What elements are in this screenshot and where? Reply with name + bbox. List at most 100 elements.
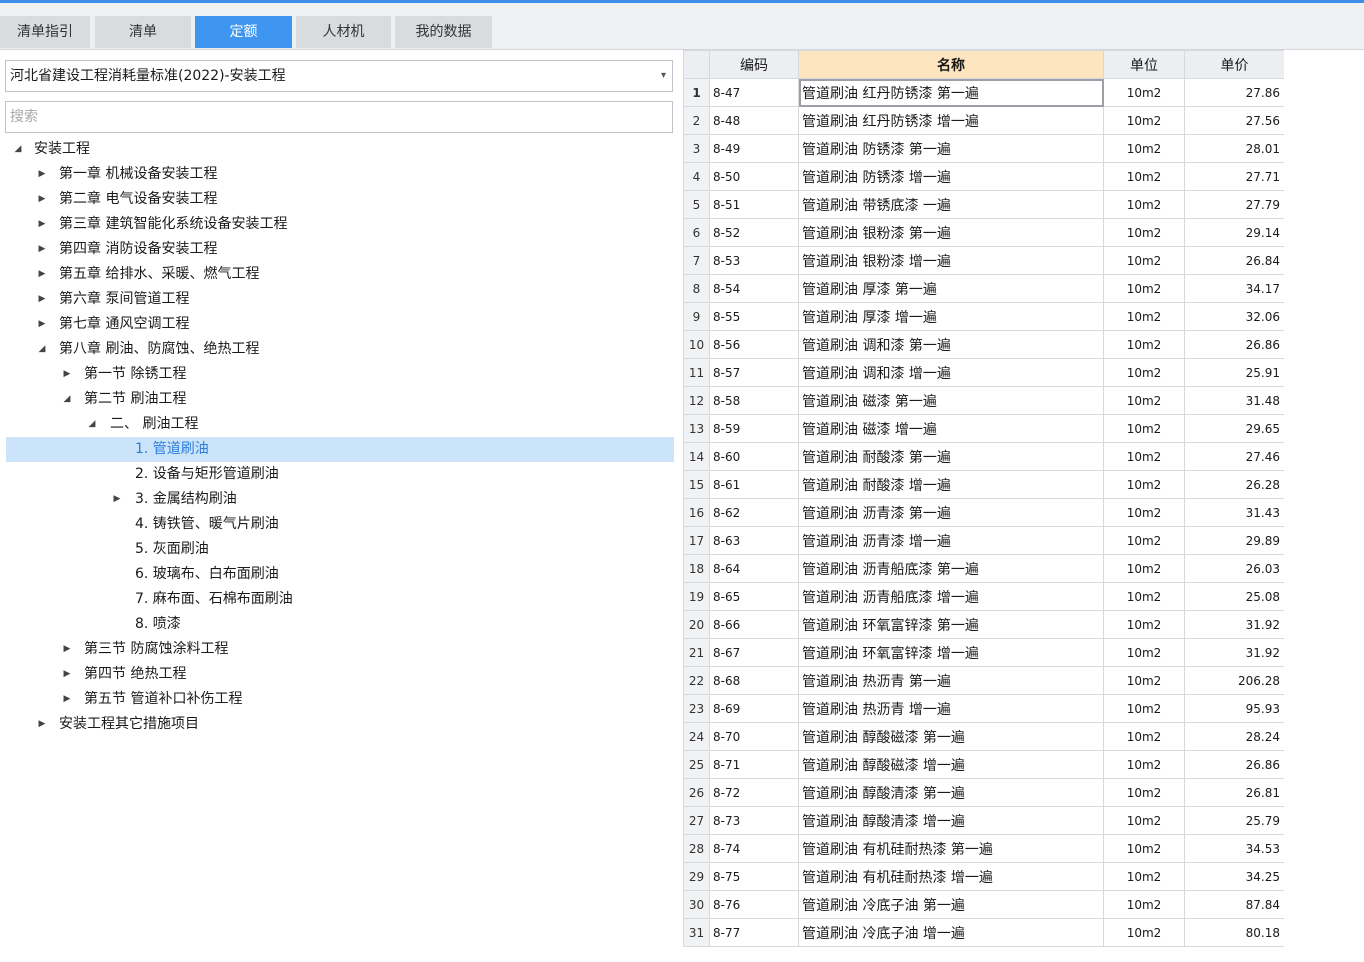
row-number-cell[interactable]: 29	[683, 862, 710, 891]
code-cell[interactable]: 8-58	[709, 386, 799, 415]
name-cell[interactable]: 管道刷油 厚漆 第一遍	[798, 274, 1104, 303]
code-cell[interactable]: 8-47	[709, 78, 799, 107]
triangle-right-icon[interactable]: ▶	[61, 687, 73, 712]
triangle-down-icon[interactable]: ◢	[86, 412, 98, 437]
table-row[interactable]: 28 8-74 管道刷油 有机硅耐热漆 第一遍 10m2 34.53	[683, 834, 1284, 863]
unit-cell[interactable]: 10m2	[1103, 78, 1185, 107]
library-select[interactable]: 河北省建设工程消耗量标准(2022)-安装工程 ▾	[5, 60, 673, 92]
triangle-right-icon[interactable]: ▶	[61, 637, 73, 662]
unit-cell[interactable]: 10m2	[1103, 442, 1185, 471]
price-cell[interactable]: 27.56	[1184, 106, 1284, 135]
code-cell[interactable]: 8-52	[709, 218, 799, 247]
price-cell[interactable]: 31.92	[1184, 638, 1284, 667]
table-row[interactable]: 31 8-77 管道刷油 冷底子油 增一遍 10m2 80.18	[683, 918, 1284, 947]
price-cell[interactable]: 25.08	[1184, 582, 1284, 611]
unit-cell[interactable]: 10m2	[1103, 610, 1185, 639]
triangle-down-icon[interactable]: ◢	[61, 387, 73, 412]
unit-cell[interactable]: 10m2	[1103, 414, 1185, 443]
tree-node[interactable]: ▶ 第六章 泵间管道工程	[0, 287, 680, 312]
price-cell[interactable]: 29.14	[1184, 218, 1284, 247]
name-cell[interactable]: 管道刷油 磁漆 第一遍	[798, 386, 1104, 415]
name-cell[interactable]: 管道刷油 银粉漆 第一遍	[798, 218, 1104, 247]
row-number-cell[interactable]: 8	[683, 274, 710, 303]
tree-node[interactable]: ▶ 第四节 绝热工程	[0, 662, 680, 687]
table-row[interactable]: 20 8-66 管道刷油 环氧富锌漆 第一遍 10m2 31.92	[683, 610, 1284, 639]
price-cell[interactable]: 34.17	[1184, 274, 1284, 303]
name-cell[interactable]: 管道刷油 醇酸磁漆 增一遍	[798, 750, 1104, 779]
price-cell[interactable]: 31.48	[1184, 386, 1284, 415]
price-cell[interactable]: 34.53	[1184, 834, 1284, 863]
table-row[interactable]: 30 8-76 管道刷油 冷底子油 第一遍 10m2 87.84	[683, 890, 1284, 919]
column-header-unit[interactable]: 单位	[1103, 50, 1185, 79]
unit-cell[interactable]: 10m2	[1103, 330, 1185, 359]
table-row[interactable]: 5 8-51 管道刷油 带锈底漆 一遍 10m2 27.79	[683, 190, 1284, 219]
unit-cell[interactable]: 10m2	[1103, 470, 1185, 499]
table-row[interactable]: 19 8-65 管道刷油 沥青船底漆 增一遍 10m2 25.08	[683, 582, 1284, 611]
triangle-right-icon[interactable]: ▶	[61, 662, 73, 687]
code-cell[interactable]: 8-68	[709, 666, 799, 695]
row-number-cell[interactable]: 10	[683, 330, 710, 359]
row-number-cell[interactable]: 24	[683, 722, 710, 751]
tab-bill[interactable]: 清单	[95, 16, 191, 48]
name-cell[interactable]: 管道刷油 防锈漆 增一遍	[798, 162, 1104, 191]
row-number-cell[interactable]: 4	[683, 162, 710, 191]
tree-node[interactable]: ▶ 第四章 消防设备安装工程	[0, 237, 680, 262]
price-cell[interactable]: 26.86	[1184, 750, 1284, 779]
code-cell[interactable]: 8-61	[709, 470, 799, 499]
tree-node[interactable]: 2. 设备与矩形管道刷油	[0, 462, 680, 487]
name-cell[interactable]: 管道刷油 有机硅耐热漆 增一遍	[798, 862, 1104, 891]
row-number-cell[interactable]: 14	[683, 442, 710, 471]
tree-node[interactable]: ▶ 第三章 建筑智能化系统设备安装工程	[0, 212, 680, 237]
name-cell[interactable]: 管道刷油 红丹防锈漆 第一遍	[798, 78, 1104, 107]
triangle-right-icon[interactable]: ▶	[36, 287, 48, 312]
unit-cell[interactable]: 10m2	[1103, 666, 1185, 695]
table-row[interactable]: 16 8-62 管道刷油 沥青漆 第一遍 10m2 31.43	[683, 498, 1284, 527]
unit-cell[interactable]: 10m2	[1103, 694, 1185, 723]
name-cell[interactable]: 管道刷油 耐酸漆 第一遍	[798, 442, 1104, 471]
row-number-cell[interactable]: 28	[683, 834, 710, 863]
price-cell[interactable]: 32.06	[1184, 302, 1284, 331]
tree-node[interactable]: 1. 管道刷油	[6, 437, 674, 462]
code-cell[interactable]: 8-49	[709, 134, 799, 163]
row-number-cell[interactable]: 2	[683, 106, 710, 135]
name-cell[interactable]: 管道刷油 沥青船底漆 第一遍	[798, 554, 1104, 583]
tree-node[interactable]: ▶ 第五节 管道补口补伤工程	[0, 687, 680, 712]
price-cell[interactable]: 206.28	[1184, 666, 1284, 695]
name-cell[interactable]: 管道刷油 冷底子油 增一遍	[798, 918, 1104, 947]
price-cell[interactable]: 87.84	[1184, 890, 1284, 919]
unit-cell[interactable]: 10m2	[1103, 862, 1185, 891]
table-row[interactable]: 12 8-58 管道刷油 磁漆 第一遍 10m2 31.48	[683, 386, 1284, 415]
code-cell[interactable]: 8-62	[709, 498, 799, 527]
table-row[interactable]: 24 8-70 管道刷油 醇酸磁漆 第一遍 10m2 28.24	[683, 722, 1284, 751]
row-number-cell[interactable]: 22	[683, 666, 710, 695]
price-cell[interactable]: 95.93	[1184, 694, 1284, 723]
row-number-cell[interactable]: 7	[683, 246, 710, 275]
name-cell[interactable]: 管道刷油 沥青漆 第一遍	[798, 498, 1104, 527]
code-cell[interactable]: 8-64	[709, 554, 799, 583]
table-row[interactable]: 18 8-64 管道刷油 沥青船底漆 第一遍 10m2 26.03	[683, 554, 1284, 583]
row-number-cell[interactable]: 23	[683, 694, 710, 723]
tree-node[interactable]: ▶ 3. 金属结构刷油	[0, 487, 680, 512]
unit-cell[interactable]: 10m2	[1103, 162, 1185, 191]
price-cell[interactable]: 25.91	[1184, 358, 1284, 387]
row-number-cell[interactable]: 27	[683, 806, 710, 835]
row-number-cell[interactable]: 11	[683, 358, 710, 387]
name-cell[interactable]: 管道刷油 银粉漆 增一遍	[798, 246, 1104, 275]
table-row[interactable]: 8 8-54 管道刷油 厚漆 第一遍 10m2 34.17	[683, 274, 1284, 303]
table-row[interactable]: 27 8-73 管道刷油 醇酸清漆 增一遍 10m2 25.79	[683, 806, 1284, 835]
triangle-down-icon[interactable]: ◢	[12, 137, 24, 162]
code-cell[interactable]: 8-54	[709, 274, 799, 303]
table-row[interactable]: 15 8-61 管道刷油 耐酸漆 增一遍 10m2 26.28	[683, 470, 1284, 499]
price-cell[interactable]: 25.79	[1184, 806, 1284, 835]
triangle-right-icon[interactable]: ▶	[36, 187, 48, 212]
unit-cell[interactable]: 10m2	[1103, 190, 1185, 219]
price-cell[interactable]: 80.18	[1184, 918, 1284, 947]
triangle-right-icon[interactable]: ▶	[36, 312, 48, 337]
table-row[interactable]: 26 8-72 管道刷油 醇酸清漆 第一遍 10m2 26.81	[683, 778, 1284, 807]
table-row[interactable]: 23 8-69 管道刷油 热沥青 增一遍 10m2 95.93	[683, 694, 1284, 723]
price-cell[interactable]: 27.46	[1184, 442, 1284, 471]
triangle-right-icon[interactable]: ▶	[36, 262, 48, 287]
name-cell[interactable]: 管道刷油 醇酸磁漆 第一遍	[798, 722, 1104, 751]
unit-cell[interactable]: 10m2	[1103, 274, 1185, 303]
row-number-cell[interactable]: 17	[683, 526, 710, 555]
